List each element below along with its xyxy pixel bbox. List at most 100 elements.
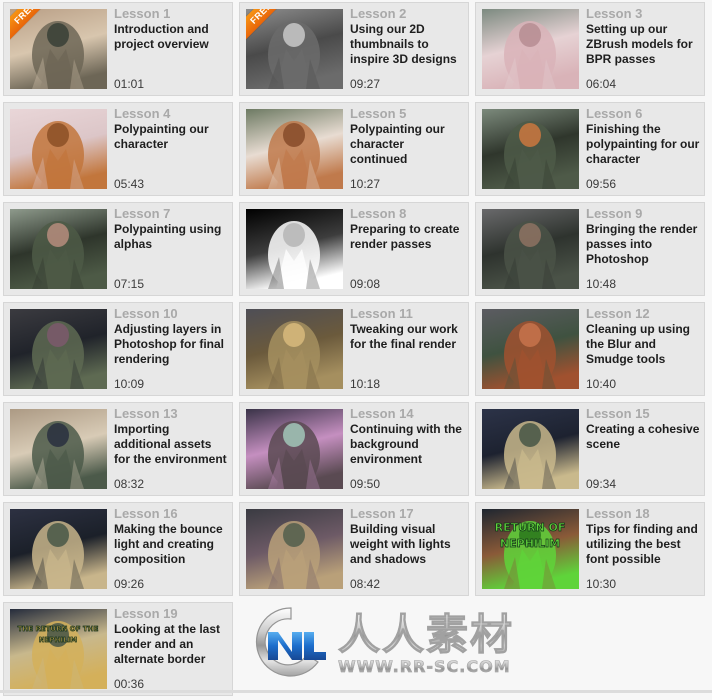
lesson-number: Lesson 12 [586, 306, 650, 321]
lesson-title[interactable]: Tips for finding and utilizing the best … [586, 522, 700, 567]
lesson-card[interactable]: Lesson 16 Making the bounce light and cre… [3, 502, 233, 596]
lesson-card[interactable]: Lesson 5 Polypainting our character conti… [239, 102, 469, 196]
lesson-number: Lesson 11 [350, 306, 413, 321]
lesson-card[interactable]: Lesson 4 Polypainting our character 05:43 [3, 102, 233, 196]
lesson-thumbnail[interactable] [246, 409, 343, 489]
lesson-duration: 08:42 [350, 577, 381, 591]
lesson-duration: 10:48 [586, 277, 617, 291]
lesson-number: Lesson 15 [586, 406, 650, 421]
lesson-info: Lesson 11 Tweaking our work for the final… [343, 303, 468, 395]
lesson-number: Lesson 10 [114, 306, 178, 321]
lesson-title[interactable]: Setting up our ZBrush models for BPR pas… [586, 22, 700, 67]
lesson-title[interactable]: Building visual weight with lights and s… [350, 522, 464, 567]
lesson-title[interactable]: Creating a cohesive scene [586, 422, 700, 452]
thumbnail-image [482, 209, 579, 289]
svg-text:RETURN OF: RETURN OF [495, 521, 566, 534]
lesson-number: Lesson 2 [350, 6, 407, 21]
lesson-thumbnail[interactable] [10, 109, 107, 189]
thumbnail-image [482, 109, 579, 189]
lesson-duration: 09:34 [586, 477, 617, 491]
lesson-thumbnail[interactable] [482, 309, 579, 389]
lesson-title[interactable]: Making the bounce light and creating com… [114, 522, 228, 567]
svg-text:NEPHILIM: NEPHILIM [500, 537, 560, 550]
lesson-duration: 08:32 [114, 477, 145, 491]
lesson-title[interactable]: Preparing to create render passes [350, 222, 464, 252]
lesson-info: Lesson 8 Preparing to create render passe… [343, 203, 468, 295]
lesson-title[interactable]: Polypainting our character continued [350, 122, 464, 167]
lesson-card[interactable]: Lesson 12 Cleaning up using the Blur and … [475, 302, 705, 396]
lesson-card[interactable]: Lesson 17 Building visual weight with lig… [239, 502, 469, 596]
lesson-thumbnail[interactable] [10, 209, 107, 289]
lesson-thumbnail[interactable] [10, 409, 107, 489]
lesson-thumbnail[interactable] [246, 209, 343, 289]
lesson-card[interactable]: Lesson 13 Importing additional assets for… [3, 402, 233, 496]
lesson-thumbnail[interactable]: THE RETURN OF THE NEPHILIM [10, 609, 107, 689]
lesson-info: Lesson 10 Adjusting layers in Photoshop f… [107, 303, 232, 395]
thumbnail-image [246, 509, 343, 589]
lesson-title[interactable]: Tweaking our work for the final render [350, 322, 464, 352]
lesson-info: Lesson 18 Tips for finding and utilizing … [579, 503, 704, 595]
lesson-title[interactable]: Polypainting using alphas [114, 222, 228, 252]
lesson-card[interactable]: FREE Lesson 2 Using our 2D thumbnails to i… [239, 2, 469, 96]
lesson-info: Lesson 1 Introduction and project overvie… [107, 3, 232, 95]
lesson-title[interactable]: Importing additional assets for the envi… [114, 422, 228, 467]
lesson-card[interactable]: Lesson 10 Adjusting layers in Photoshop f… [3, 302, 233, 396]
lesson-info: Lesson 14 Continuing with the background … [343, 403, 468, 495]
lesson-number: Lesson 9 [586, 206, 643, 221]
lesson-thumbnail[interactable] [246, 109, 343, 189]
lesson-duration: 09:26 [114, 577, 145, 591]
lesson-card[interactable]: Lesson 11 Tweaking our work for the final… [239, 302, 469, 396]
lesson-duration: 09:27 [350, 77, 381, 91]
lesson-title[interactable]: Looking at the last render and an altern… [114, 622, 228, 667]
lesson-title[interactable]: Introduction and project overview [114, 22, 228, 52]
lesson-card[interactable]: Lesson 9 Bringing the render passes into … [475, 202, 705, 296]
lesson-duration: 09:50 [350, 477, 381, 491]
thumbnail-image: RETURN OF NEPHILIM [482, 509, 579, 589]
lesson-card[interactable]: Lesson 6 Finishing the polypainting for o… [475, 102, 705, 196]
watermark-text: 人人素材 WWW.RR-SC.COM [337, 613, 514, 676]
lesson-thumbnail[interactable] [482, 9, 579, 89]
lesson-info: Lesson 15 Creating a cohesive scene 09:34 [579, 403, 704, 495]
lesson-info: Lesson 4 Polypainting our character 05:43 [107, 103, 232, 195]
lesson-number: Lesson 3 [586, 6, 643, 21]
lesson-duration: 10:40 [586, 377, 617, 391]
lesson-card[interactable]: Lesson 14 Continuing with the background … [239, 402, 469, 496]
lesson-number: Lesson 7 [114, 206, 171, 221]
watermark-url: WWW.RR-SC.COM [338, 657, 514, 676]
lesson-card[interactable]: Lesson 8 Preparing to create render passe… [239, 202, 469, 296]
lesson-card[interactable]: FREE Lesson 1 Introduction and project ove… [3, 2, 233, 96]
thumbnail-image: THE RETURN OF THE NEPHILIM [10, 609, 107, 689]
lesson-thumbnail[interactable]: RETURN OF NEPHILIM [482, 509, 579, 589]
lesson-title[interactable]: Adjusting layers in Photoshop for final … [114, 322, 228, 367]
lesson-card[interactable]: RETURN OF NEPHILIM Lesson 18 Tips for findi… [475, 502, 705, 596]
lesson-duration: 10:09 [114, 377, 145, 391]
lesson-thumbnail[interactable]: FREE [246, 9, 343, 89]
lesson-thumbnail[interactable] [246, 309, 343, 389]
lesson-thumbnail[interactable] [10, 509, 107, 589]
lesson-thumbnail[interactable]: FREE [10, 9, 107, 89]
lesson-title[interactable]: Using our 2D thumbnails to inspire 3D de… [350, 22, 464, 67]
lesson-title[interactable]: Bringing the render passes into Photosho… [586, 222, 700, 267]
lesson-card[interactable]: Lesson 3 Setting up our ZBrush models for… [475, 2, 705, 96]
lesson-title[interactable]: Finishing the polypainting for our chara… [586, 122, 700, 167]
lesson-card[interactable]: THE RETURN OF THE NEPHILIM Lesson 19 Lookin… [3, 602, 233, 696]
lesson-title[interactable]: Cleaning up using the Blur and Smudge to… [586, 322, 700, 367]
lesson-duration: 09:56 [586, 177, 617, 191]
lesson-number: Lesson 14 [350, 406, 414, 421]
lesson-thumbnail[interactable] [246, 509, 343, 589]
lesson-thumbnail[interactable] [482, 209, 579, 289]
lesson-thumbnail[interactable] [10, 309, 107, 389]
lesson-number: Lesson 19 [114, 606, 178, 621]
thumbnail-image [482, 309, 579, 389]
lesson-card[interactable]: Lesson 7 Polypainting using alphas 07:15 [3, 202, 233, 296]
lesson-number: Lesson 18 [586, 506, 650, 521]
lesson-thumbnail[interactable] [482, 109, 579, 189]
thumbnail-image [246, 309, 343, 389]
lesson-info: Lesson 12 Cleaning up using the Blur and … [579, 303, 704, 395]
lesson-duration: 09:08 [350, 277, 381, 291]
lesson-title[interactable]: Continuing with the background environme… [350, 422, 464, 467]
lesson-info: Lesson 17 Building visual weight with lig… [343, 503, 468, 595]
lesson-card[interactable]: Lesson 15 Creating a cohesive scene 09:34 [475, 402, 705, 496]
lesson-title[interactable]: Polypainting our character [114, 122, 228, 152]
lesson-thumbnail[interactable] [482, 409, 579, 489]
